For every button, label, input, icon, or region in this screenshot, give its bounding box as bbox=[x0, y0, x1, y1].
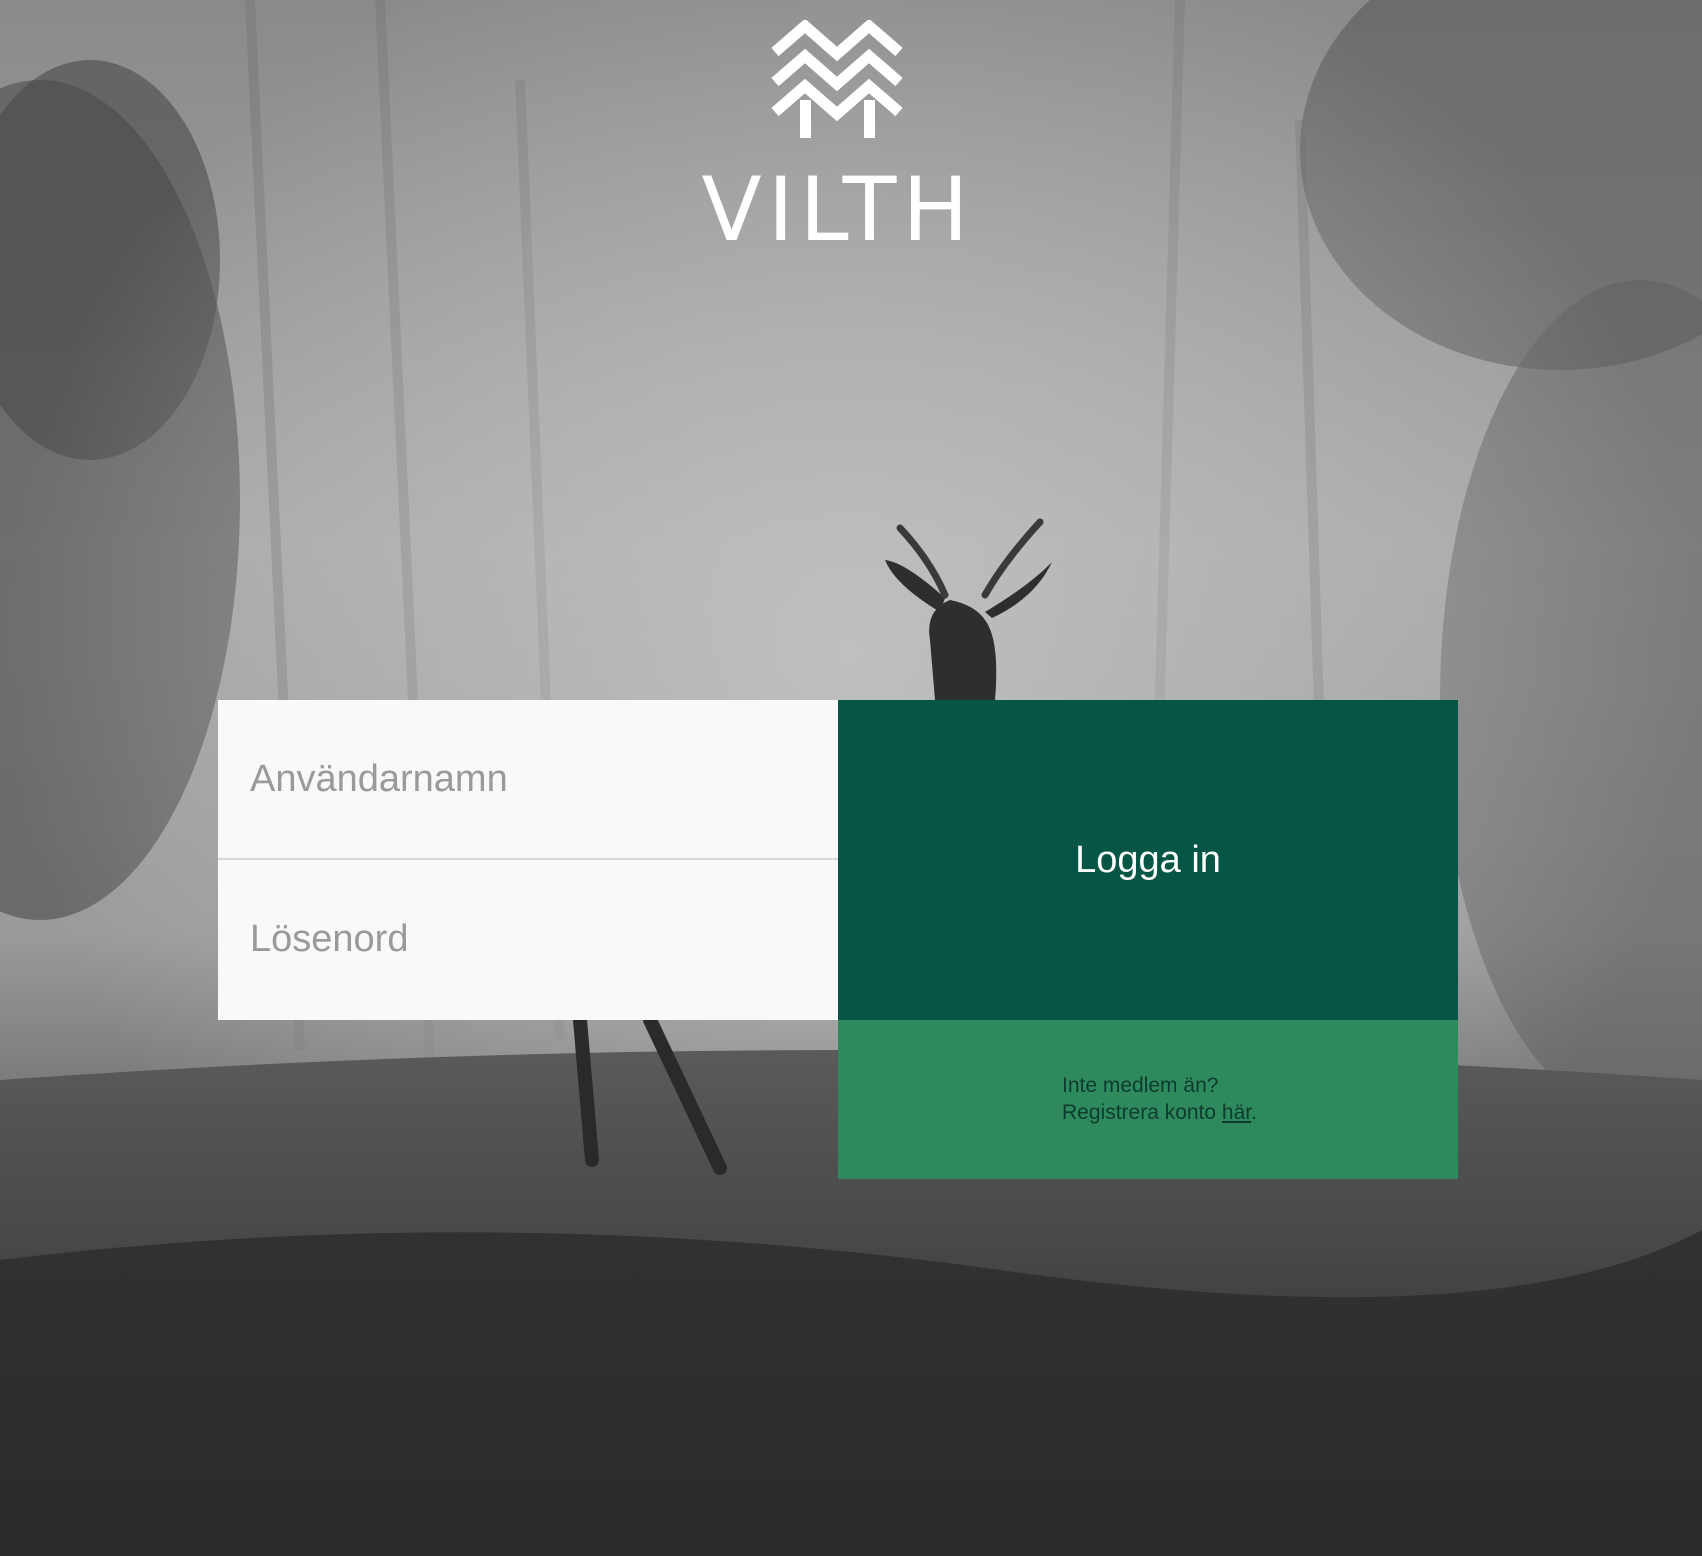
credentials-panel bbox=[218, 700, 838, 1020]
register-text: Inte medlem än? Registrera konto här. bbox=[1062, 1072, 1257, 1126]
mountain-chevrons-icon bbox=[771, 20, 903, 138]
register-suffix: . bbox=[1251, 1101, 1257, 1124]
password-input[interactable] bbox=[218, 860, 838, 1019]
register-panel: Inte medlem än? Registrera konto här. bbox=[838, 1020, 1458, 1179]
login-form: Logga in Inte medlem än? Registrera kont… bbox=[218, 700, 1458, 1179]
register-link[interactable]: här bbox=[1222, 1101, 1251, 1124]
brand-logo-text: VILTH bbox=[701, 158, 975, 261]
login-page: VILTH Logga in Inte medlem än? Registrer… bbox=[0, 0, 1702, 1556]
username-input[interactable] bbox=[218, 700, 838, 859]
register-prefix: Registrera konto bbox=[1062, 1101, 1222, 1124]
register-question: Inte medlem än? bbox=[1062, 1074, 1219, 1097]
login-button[interactable]: Logga in bbox=[838, 700, 1458, 1020]
